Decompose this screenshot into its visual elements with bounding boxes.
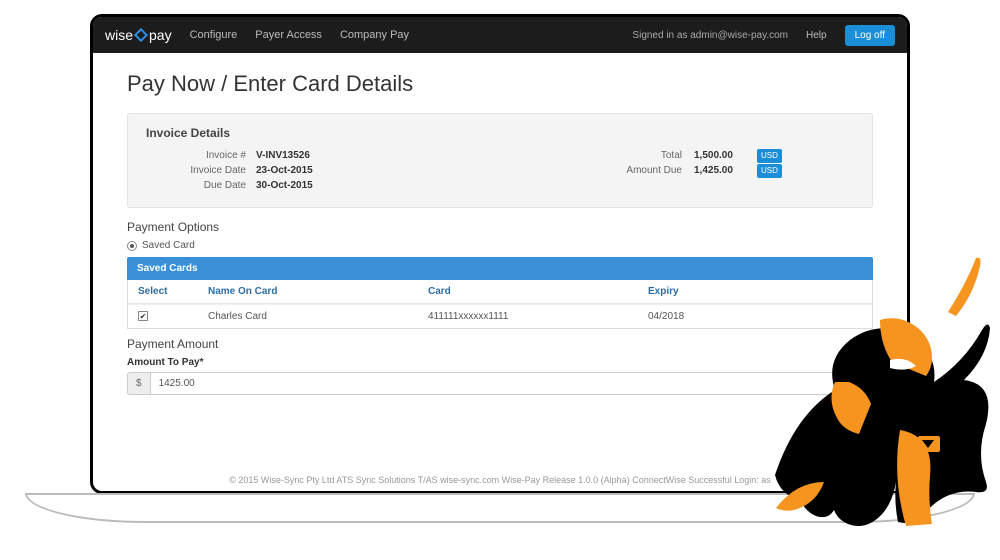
brand-right: pay	[149, 27, 172, 43]
total-value: 1,500.00	[694, 148, 754, 163]
currency-badge: USD	[757, 149, 782, 163]
nav-company-pay[interactable]: Company Pay	[340, 29, 409, 41]
diamond-icon	[134, 28, 148, 42]
brand-logo: wise pay	[105, 27, 172, 43]
signed-in-label: Signed in as admin@wise-pay.com	[632, 30, 788, 41]
row-checkbox[interactable]: ✔	[138, 311, 148, 321]
invoice-panel: Invoice Details Invoice #V-INV13526 Invo…	[127, 113, 873, 208]
row-card: 411111xxxxxx1111	[428, 311, 648, 322]
invoice-number-label: Invoice #	[146, 148, 256, 163]
saved-card-label: Saved Card	[142, 240, 195, 251]
due-date-label: Due Date	[146, 178, 256, 193]
logoff-button[interactable]: Log off	[845, 25, 895, 46]
col-select: Select	[138, 286, 208, 297]
nav-payer-access[interactable]: Payer Access	[255, 29, 322, 41]
currency-symbol: $	[127, 372, 150, 395]
ninja-mascot-icon	[740, 250, 990, 540]
due-date-value: 30-Oct-2015	[256, 178, 313, 193]
col-card: Card	[428, 286, 648, 297]
total-label: Total	[584, 148, 694, 163]
invoice-date-value: 23-Oct-2015	[256, 163, 313, 178]
currency-badge: USD	[757, 164, 782, 178]
invoice-date-label: Invoice Date	[146, 163, 256, 178]
invoice-panel-title: Invoice Details	[146, 126, 854, 140]
payment-options-title: Payment Options	[127, 220, 873, 234]
radio-icon[interactable]	[127, 241, 137, 251]
amount-due-value: 1,425.00	[694, 163, 754, 178]
col-name: Name On Card	[208, 286, 428, 297]
amount-due-label: Amount Due	[584, 163, 694, 178]
invoice-number-value: V-INV13526	[256, 148, 310, 163]
page-title: Pay Now / Enter Card Details	[127, 71, 873, 97]
help-link[interactable]: Help	[806, 30, 827, 41]
nav-configure[interactable]: Configure	[190, 29, 238, 41]
row-name: Charles Card	[208, 311, 428, 322]
brand-left: wise	[105, 27, 133, 43]
top-navbar: wise pay Configure Payer Access Company …	[93, 17, 907, 53]
